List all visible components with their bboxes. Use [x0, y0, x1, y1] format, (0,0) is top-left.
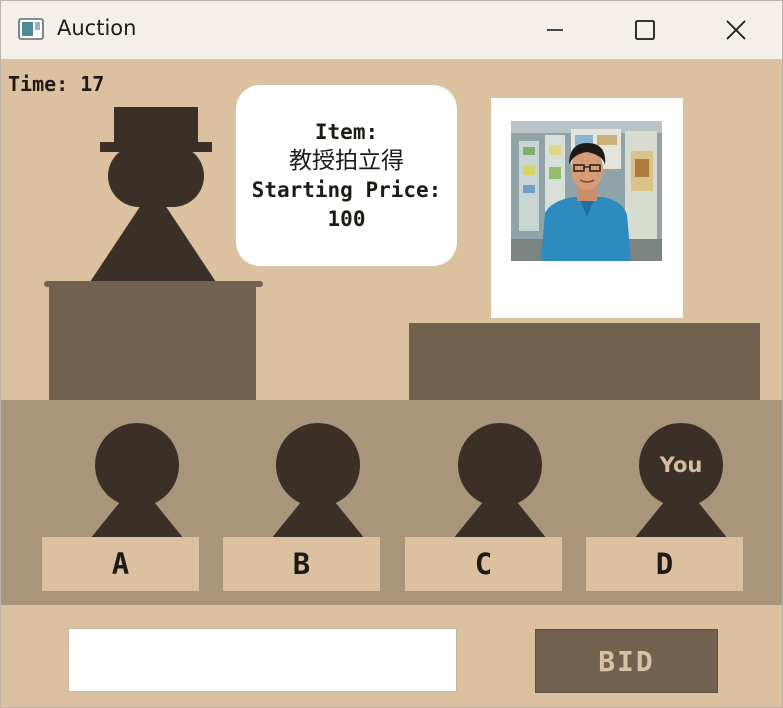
display-table	[409, 323, 760, 402]
bidder-a: A	[42, 423, 232, 595]
portrait-image	[511, 121, 662, 261]
title-bar[interactable]: Auction	[1, 1, 782, 59]
item-name: 教授拍立得	[289, 147, 404, 174]
maximize-button[interactable]	[622, 11, 668, 49]
bidder-sign: A	[42, 537, 199, 591]
auction-window: Auction Time: 17 Item: 教授拍立得 Starting Pr…	[0, 0, 783, 708]
timer-label: Time: 17	[8, 72, 105, 96]
bid-amount-input[interactable]	[68, 628, 457, 692]
item-info-card: Item: 教授拍立得 Starting Price: 100	[236, 85, 457, 266]
bidder-sign: C	[405, 537, 562, 591]
close-button[interactable]	[713, 11, 759, 49]
maximize-icon	[635, 20, 655, 40]
window-app-icon	[18, 18, 44, 40]
auction-scene: Time: 17 Item: 教授拍立得 Starting Price: 100	[1, 59, 782, 707]
window-title: Auction	[57, 16, 137, 40]
starting-price-value: 100	[327, 206, 366, 231]
item-heading: Item:	[314, 119, 379, 144]
bidder-b: B	[223, 423, 413, 595]
top-hat	[114, 107, 198, 143]
bidder-body	[453, 481, 547, 539]
bidder-body	[90, 481, 184, 539]
minimize-button[interactable]	[532, 11, 578, 49]
bidder-c: C	[405, 423, 595, 595]
bidder-body	[271, 481, 365, 539]
bid-button[interactable]: BID	[535, 629, 718, 693]
bidder-d-you: You D	[586, 423, 776, 595]
bidder-sign: B	[223, 537, 380, 591]
auctioneer-body	[90, 187, 216, 282]
bidder-sign: D	[586, 537, 743, 591]
bidder-body	[634, 481, 728, 539]
starting-price-label: Starting Price:	[251, 177, 442, 202]
minimize-icon	[547, 29, 563, 31]
auctioneer-podium	[49, 285, 256, 403]
instant-photo-frame	[491, 98, 683, 318]
close-icon	[726, 20, 746, 40]
item-photo	[511, 121, 662, 261]
